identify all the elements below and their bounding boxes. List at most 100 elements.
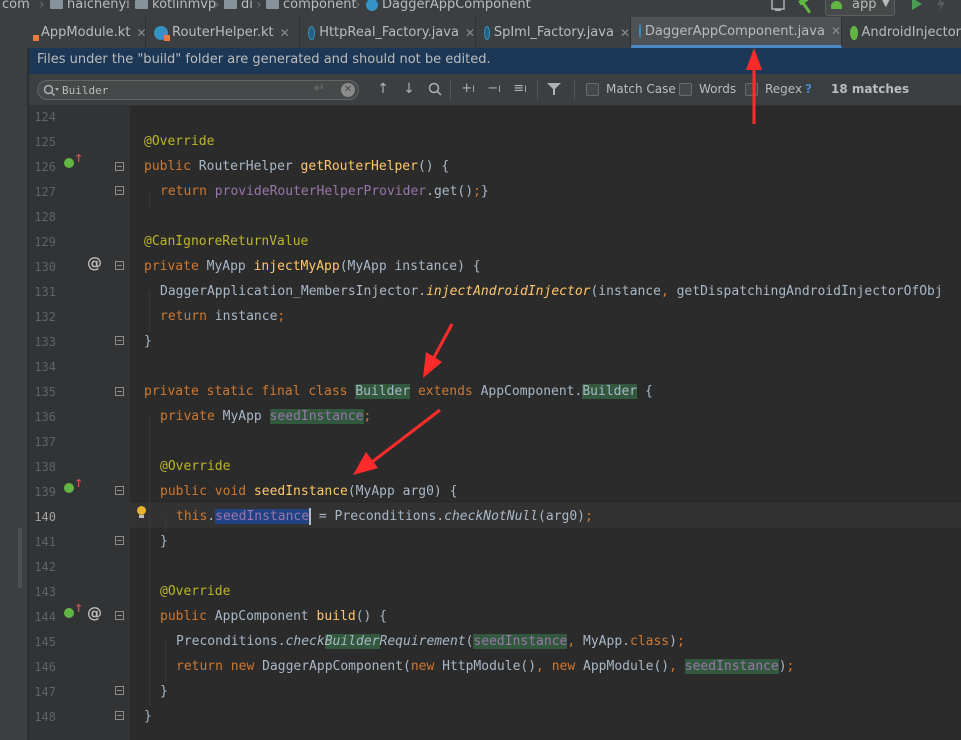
divider	[574, 80, 575, 100]
fold-collapse-icon[interactable]	[115, 611, 124, 620]
code-editor[interactable]: @Override public RouterHelper getRouterH…	[130, 106, 961, 740]
fold-collapse-icon[interactable]	[115, 711, 124, 720]
divider	[537, 80, 538, 100]
fold-collapse-icon[interactable]	[115, 536, 124, 545]
fold-collapse-icon[interactable]	[115, 261, 124, 270]
fold-collapse-icon[interactable]	[115, 186, 124, 195]
android-icon	[831, 1, 842, 9]
line-number: 141	[34, 535, 56, 549]
words-checkbox[interactable]	[679, 83, 692, 96]
apply-changes-icon[interactable]	[934, 0, 948, 14]
chevron-down-icon: ▼	[882, 0, 890, 9]
editor-tabs: AppModule.kt ✕ RouterHelper.kt ✕ HttpRea…	[0, 17, 961, 49]
close-icon[interactable]: ✕	[831, 24, 841, 38]
search-field[interactable]: ↵ ✕	[37, 80, 359, 100]
close-icon[interactable]: ✕	[280, 26, 290, 40]
run-configuration-select[interactable]: app ▼	[825, 0, 895, 16]
line-number: 125	[34, 135, 56, 149]
close-icon[interactable]: ✕	[136, 26, 146, 40]
tab-httpreal-factory[interactable]: HttpReal_Factory.java ✕	[300, 17, 476, 48]
fold-collapse-icon[interactable]	[115, 336, 124, 345]
regex-label: Regex	[765, 82, 803, 96]
lightbulb-icon[interactable]	[137, 506, 146, 518]
regex-checkbox[interactable]	[745, 83, 758, 96]
search-icon[interactable]	[43, 83, 59, 102]
breadcrumb-item-com[interactable]: com	[2, 0, 30, 12]
generated-file-banner: Files under the "build" folder are gener…	[29, 48, 961, 74]
line-number: 130	[34, 260, 56, 274]
tab-appmodule[interactable]: AppModule.kt ✕	[29, 17, 147, 48]
line-number: 148	[34, 710, 56, 724]
previous-occurrence-icon[interactable]: ↑	[374, 81, 392, 97]
tab-daggerappcomponent[interactable]: DaggerAppComponent.java ✕	[631, 17, 842, 48]
implements-marker-icon[interactable]	[64, 158, 74, 168]
line-number: 136	[34, 410, 56, 424]
code-line-129: @CanIgnoreReturnValue	[144, 234, 309, 249]
breadcrumb-separator: ›	[125, 0, 131, 13]
code-line-138: @Override	[160, 459, 231, 474]
code-line-144: public AppComponent build() {	[160, 609, 387, 624]
words-label: Words	[699, 82, 737, 96]
breadcrumb-item-class[interactable]: DaggerAppComponent	[366, 0, 531, 12]
tab-routerhelper[interactable]: RouterHelper.kt ✕	[146, 17, 300, 48]
annotation-marker-icon[interactable]: @	[87, 604, 102, 622]
add-selection-icon[interactable]: +I	[459, 81, 477, 98]
code-line-130: private MyApp injectMyApp(MyApp instance…	[144, 259, 481, 274]
indent-guide	[165, 641, 166, 681]
build-hammer-icon[interactable]	[796, 0, 814, 14]
fold-collapse-icon[interactable]	[115, 162, 124, 171]
next-occurrence-icon[interactable]: ↓	[400, 81, 418, 97]
breadcrumb-item-component[interactable]: component	[266, 0, 357, 12]
breadcrumb-item-kotlinmvp[interactable]: kotlinmvp	[135, 0, 216, 12]
run-icon[interactable]	[910, 0, 924, 14]
line-number: 127	[34, 185, 56, 199]
java-file-icon	[639, 24, 641, 38]
device-icon[interactable]	[770, 0, 786, 14]
line-number: 143	[34, 585, 56, 599]
clear-search-icon[interactable]: ✕	[341, 83, 355, 97]
overrides-arrow-icon[interactable]: ↑	[74, 477, 83, 490]
find-all-icon[interactable]	[426, 81, 444, 101]
indent-guide	[149, 291, 150, 331]
line-number: 134	[34, 360, 56, 374]
overrides-arrow-icon[interactable]: ↑	[74, 602, 83, 615]
line-number: 129	[34, 235, 56, 249]
enter-icon: ↵	[314, 81, 325, 96]
code-line-146: return new DaggerAppComponent(new HttpMo…	[176, 659, 795, 674]
code-line-131: DaggerApplication_MembersInjector.inject…	[160, 284, 943, 299]
fold-collapse-icon[interactable]	[115, 686, 124, 695]
match-case-label: Match Case	[606, 82, 676, 96]
folder-icon	[50, 0, 63, 9]
fold-collapse-icon[interactable]	[115, 387, 124, 396]
search-input[interactable]	[62, 82, 302, 98]
implements-marker-icon[interactable]	[64, 483, 74, 493]
search-match: Builder	[324, 634, 380, 649]
regex-help-link[interactable]: ?	[805, 82, 812, 96]
line-number: 133	[34, 335, 56, 349]
match-case-checkbox[interactable]	[586, 83, 599, 96]
tool-window-marker[interactable]	[18, 528, 22, 588]
close-icon[interactable]: ✕	[620, 26, 630, 40]
tab-spiml-factory[interactable]: SpIml_Factory.java ✕	[476, 17, 631, 48]
indent-guide	[149, 191, 150, 206]
implements-marker-icon[interactable]	[64, 608, 74, 618]
line-number: 132	[34, 310, 56, 324]
close-icon[interactable]: ✕	[465, 26, 475, 40]
filter-icon[interactable]	[545, 81, 563, 101]
search-match: Builder	[582, 384, 638, 399]
unselect-occurrence-icon[interactable]: −I	[485, 81, 503, 98]
kotlin-file-icon	[154, 25, 170, 41]
line-number: 142	[34, 560, 56, 574]
fold-collapse-icon[interactable]	[115, 486, 124, 495]
class-icon	[366, 0, 378, 11]
code-line-133: }	[144, 334, 152, 349]
line-number-current: 140	[34, 510, 56, 524]
select-all-occurrences-icon[interactable]: ≡I	[511, 81, 529, 98]
line-number: 126	[34, 160, 56, 174]
breadcrumb-item-haichenyi[interactable]: haichenyi	[50, 0, 130, 12]
overrides-arrow-icon[interactable]: ↑	[74, 152, 83, 165]
code-line-139: public void seedInstance(MyApp arg0) {	[160, 484, 458, 499]
breadcrumb-item-di[interactable]: di	[224, 0, 253, 12]
tab-androidinjector[interactable]: AndroidInjector	[842, 17, 961, 48]
annotation-marker-icon[interactable]: @	[87, 254, 102, 272]
